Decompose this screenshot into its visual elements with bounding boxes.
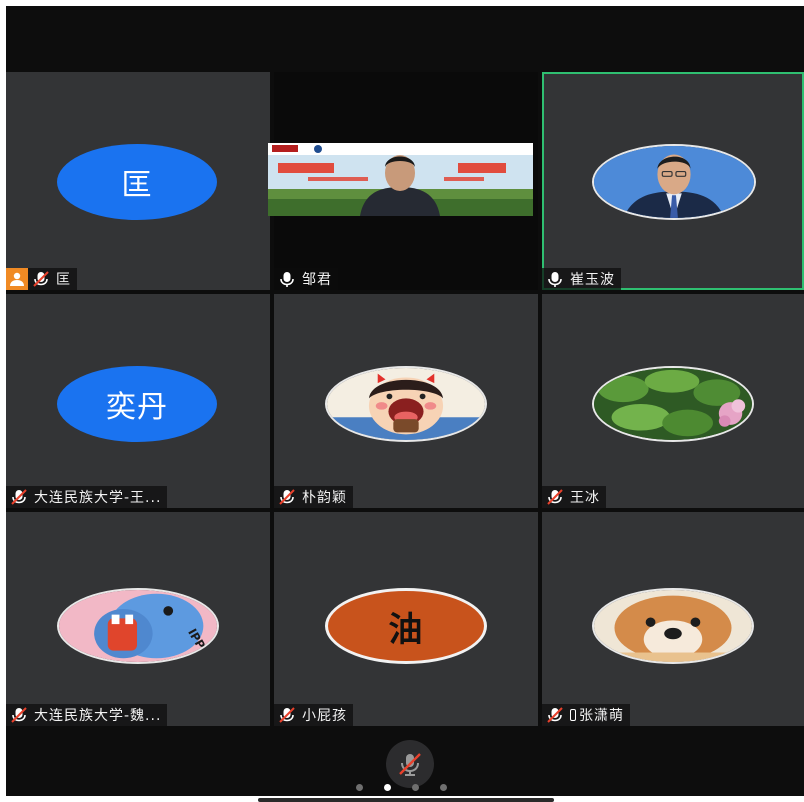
phone-icon [570, 709, 576, 721]
user-host-icon [6, 268, 28, 290]
participant-tile-9[interactable]: 张潇萌 [542, 512, 804, 726]
participant-name: 张潇萌 [579, 708, 624, 724]
avatar-initials: 油 [325, 588, 487, 664]
participant-name-label: 张潇萌 [542, 704, 630, 726]
mic-muted-icon [547, 489, 563, 505]
mute-toggle-button[interactable] [386, 740, 434, 788]
participant-name: 王冰 [570, 490, 600, 506]
mic-muted-icon [279, 707, 295, 723]
participant-tile-1[interactable]: 匡 匡 [6, 72, 270, 290]
cartoon-girl-avatar [325, 366, 487, 442]
participant-tile-5[interactable]: 朴韵颖 [274, 294, 538, 508]
participant-name-label: 匡 [28, 268, 77, 290]
mic-muted-icon [399, 753, 421, 776]
participant-name-label: 邹君 [274, 268, 338, 290]
mic-muted-icon [33, 271, 49, 287]
mic-muted-icon [11, 489, 27, 505]
page-dot[interactable] [412, 784, 419, 791]
participant-name-label: 王冰 [542, 486, 606, 508]
mic-muted-icon [279, 489, 295, 505]
participant-tile-4[interactable]: 奕丹 大连民族大学-王... [6, 294, 270, 508]
participant-name-label: 大连民族大学-魏... [6, 704, 168, 726]
participant-tile-7[interactable]: IPPO 大连民族大学-魏... [6, 512, 270, 726]
man-portrait-avatar [592, 144, 756, 220]
mic-muted-icon [11, 707, 27, 723]
participant-name-label: 大连民族大学-王... [6, 486, 168, 508]
avatar-initials: 匡 [57, 144, 217, 220]
participant-name: 崔玉波 [570, 272, 615, 288]
participant-tile-8[interactable]: 油 小屁孩 [274, 512, 538, 726]
participant-name: 朴韵颖 [302, 490, 347, 506]
participant-name: 邹君 [302, 272, 332, 288]
participant-name: 大连民族大学-王... [34, 490, 162, 506]
avatar-initials: 奕丹 [57, 366, 217, 442]
participant-video-feed [268, 143, 533, 216]
participant-name-label: 崔玉波 [542, 268, 621, 290]
page-dot[interactable] [356, 784, 363, 791]
participant-name-label: 朴韵颖 [274, 486, 353, 508]
bottom-control-bar [6, 728, 804, 796]
page-indicator [356, 784, 466, 792]
participant-name: 大连民族大学-魏... [34, 708, 162, 724]
participant-tile-3[interactable]: 崔玉波 [542, 72, 804, 290]
page-dot[interactable] [440, 784, 447, 791]
meeting-screen: 匡 匡 邹君 崔玉波 奕丹 大连民族大学-王... 朴韵颖 王冰 IPPO 大连… [6, 6, 804, 796]
participant-tile-6[interactable]: 王冰 [542, 294, 804, 508]
shiba-dog-avatar [592, 588, 754, 664]
green-leaves-avatar [592, 366, 754, 442]
home-indicator-bar [258, 798, 554, 802]
participant-name: 匡 [56, 272, 71, 288]
mic-muted-icon [547, 707, 563, 723]
mic-icon [280, 272, 294, 287]
page-dot-current[interactable] [384, 784, 391, 791]
participant-name-label: 小屁孩 [274, 704, 353, 726]
hippo-cartoon-avatar: IPPO [57, 588, 219, 664]
participant-name: 小屁孩 [302, 708, 347, 724]
mic-icon [548, 272, 562, 287]
